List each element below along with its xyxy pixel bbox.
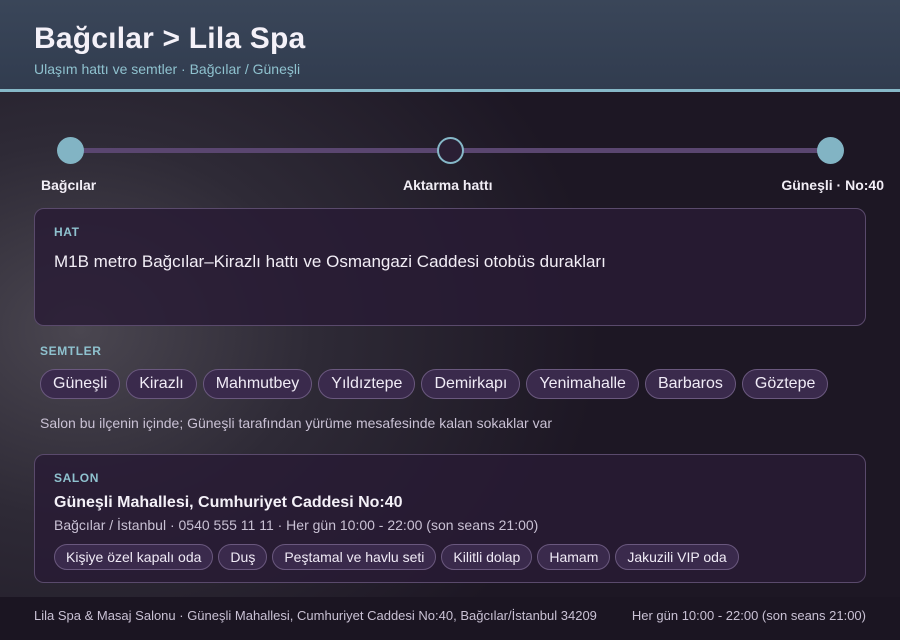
amenity-shower: Duş xyxy=(218,544,268,570)
salon-caption: SALON xyxy=(54,471,99,485)
semt-chip-kirazli[interactable]: Kirazlı xyxy=(126,369,197,399)
amenity-hammam: Hamam xyxy=(537,544,611,570)
hat-card: HAT M1B metro Bağcılar–Kirazlı hattı ve … xyxy=(34,208,866,326)
amenity-private-room: Kişiye özel kapalı oda xyxy=(54,544,214,570)
salon-address: Güneşli Mahallesi, Cumhuriyet Caddesi No… xyxy=(54,494,403,511)
route-stop-start-dot xyxy=(57,137,84,164)
semtler-chip-list: Güneşli Kirazlı Mahmutbey Yıldıztepe Demirka… xyxy=(40,369,834,399)
route-stop-end-label: Güneşli · No:40 xyxy=(781,177,884,193)
salon-meta: Bağcılar / İstanbul · 0540 555 11 11 · H… xyxy=(54,517,539,533)
amenity-jacuzzi-vip: Jakuzili VIP oda xyxy=(615,544,739,570)
amenity-towel-set: Peştamal ve havlu seti xyxy=(272,544,437,570)
page-title: Bağcılar > Lila Spa xyxy=(34,22,306,55)
page-subtitle: Ulaşım hattı ve semtler · Bağcılar / Gün… xyxy=(34,61,301,77)
route-stop-transfer-label: Aktarma hattı xyxy=(403,177,493,193)
hat-caption: HAT xyxy=(54,225,80,239)
amenity-list: Kişiye özel kapalı oda Duş Peştamal ve hav… xyxy=(54,544,744,570)
page-header: Bağcılar > Lila Spa Ulaşım hattı ve semt… xyxy=(0,0,900,92)
route-stop-transfer-dot xyxy=(437,137,464,164)
semt-chip-barbaros[interactable]: Barbaros xyxy=(644,369,736,399)
semt-chip-gunesli[interactable]: Güneşli xyxy=(40,369,121,399)
hat-description: M1B metro Bağcılar–Kirazlı hattı ve Osma… xyxy=(54,252,606,271)
footer-hours: Her gün 10:00 - 22:00 (son seans 21:00) xyxy=(631,608,866,623)
semt-chip-yenimahalle[interactable]: Yenimahalle xyxy=(526,369,639,399)
semtler-caption: SEMTLER xyxy=(40,344,102,358)
semtler-note: Salon bu ilçenin içinde; Güneşli tarafın… xyxy=(40,415,553,431)
semt-chip-yildiztepe[interactable]: Yıldıztepe xyxy=(318,369,416,399)
amenity-locker: Kilitli dolap xyxy=(441,544,533,570)
semt-chip-goztepe[interactable]: Göztepe xyxy=(741,369,829,399)
semt-chip-demirkapi[interactable]: Demirkapı xyxy=(421,369,521,399)
route-stop-start-label: Bağcılar xyxy=(41,177,97,193)
route-timeline: Bağcılar Aktarma hattı Güneşli · No:40 xyxy=(0,120,900,200)
salon-card: SALON Güneşli Mahallesi, Cumhuriyet Cadd… xyxy=(34,454,866,583)
semt-chip-mahmutbey[interactable]: Mahmutbey xyxy=(202,369,313,399)
route-stop-end-dot xyxy=(817,137,844,164)
page-footer: Lila Spa & Masaj Salonu · Güneşli Mahall… xyxy=(0,597,900,640)
footer-address: Lila Spa & Masaj Salonu · Güneşli Mahall… xyxy=(34,608,597,623)
